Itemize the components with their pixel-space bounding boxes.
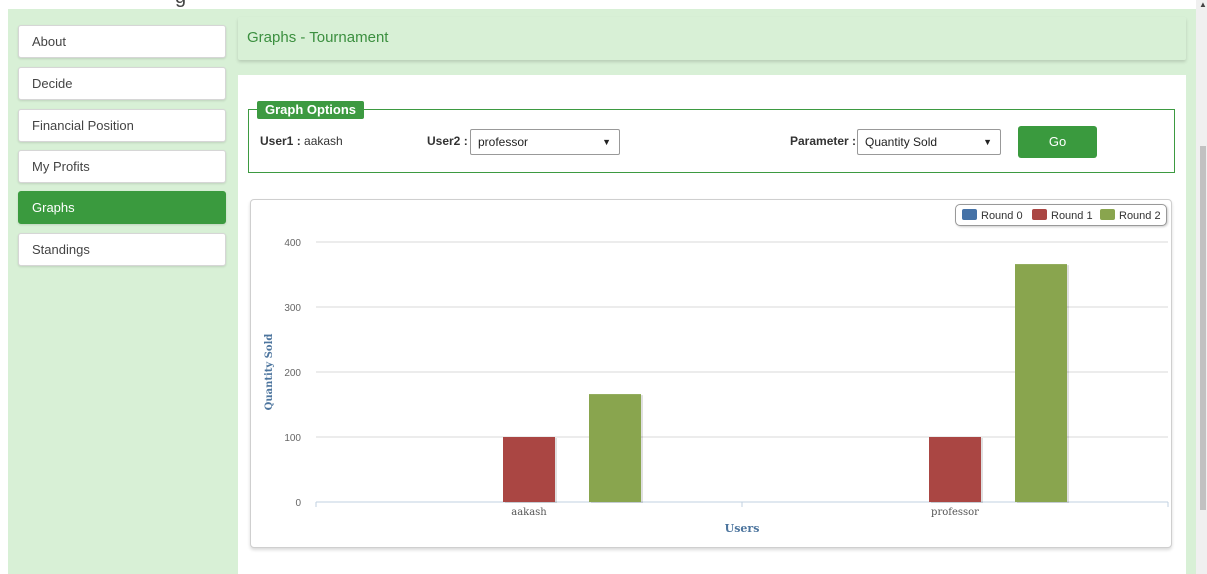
scroll-up-arrow-icon[interactable]: ▲ [1199,0,1207,9]
sidebar-item-financial-position[interactable]: Financial Position [18,109,226,142]
top-strip: g [0,0,1207,9]
page-header: Graphs - Tournament [238,17,1186,60]
parameter-select[interactable]: Quantity Sold ▼ [857,129,1001,155]
user1-field: User1 : aakash [260,134,343,148]
user1-label: User1 : [260,134,301,148]
graph-panel: Graph Options User1 : aakash User2 : pro… [238,75,1186,574]
y-tick-label: 300 [284,303,301,314]
x-tick-label: professor [931,507,979,518]
y-tick-label: 200 [284,368,301,379]
main-content: Graphs - Tournament Graph Options User1 … [230,9,1196,574]
legend-item-round-1[interactable]: Round 1 [1032,209,1093,222]
sidebar-item-decide[interactable]: Decide [18,67,226,100]
legend-item-round-2[interactable]: Round 2 [1100,209,1161,222]
bar [1015,264,1067,502]
parameter-selected-value: Quantity Sold [865,135,938,149]
sidebar-item-standings[interactable]: Standings [18,233,226,266]
bar-chart: 0 100 200 300 400 Quantity Sold aakash professo… [264,238,1169,535]
dropdown-arrow-icon: ▼ [602,137,611,147]
user2-select[interactable]: professor ▼ [470,129,620,155]
bar [589,394,641,502]
sidebar: About Decide Financial Position My Profi… [8,9,230,574]
x-tick-label: aakash [511,507,547,518]
chart-container: 0 100 200 300 400 Quantity Sold aakash professo… [250,199,1172,548]
page-title: Graphs - Tournament [247,29,389,46]
bar [503,437,555,502]
legend-item-round-0[interactable]: Round 0 [962,209,1023,222]
bar [929,437,981,502]
chart-legend[interactable]: Round 0 Round 1 Round 2 [955,204,1167,226]
user2-selected-value: professor [478,135,529,149]
legend-swatch [1032,209,1047,220]
go-button[interactable]: Go [1018,126,1097,158]
user1-value: aakash [304,134,343,148]
sidebar-item-about[interactable]: About [18,25,226,58]
user2-label: User2 : [427,134,468,148]
cut-off-text: g [175,0,186,9]
y-tick-label: 400 [284,238,301,249]
y-tick-label: 100 [284,433,301,444]
graph-options-legend: Graph Options [257,101,364,119]
sidebar-item-graphs[interactable]: Graphs [18,191,226,224]
legend-swatch [1100,209,1115,220]
sidebar-item-my-profits[interactable]: My Profits [18,150,226,183]
dropdown-arrow-icon: ▼ [983,137,992,147]
y-tick-label: 0 [295,498,301,509]
scrollbar-thumb[interactable] [1200,146,1206,510]
x-axis-title: Users [725,522,760,535]
legend-swatch [962,209,977,220]
y-axis-title: Quantity Sold [264,334,275,411]
parameter-label: Parameter : [790,134,857,148]
